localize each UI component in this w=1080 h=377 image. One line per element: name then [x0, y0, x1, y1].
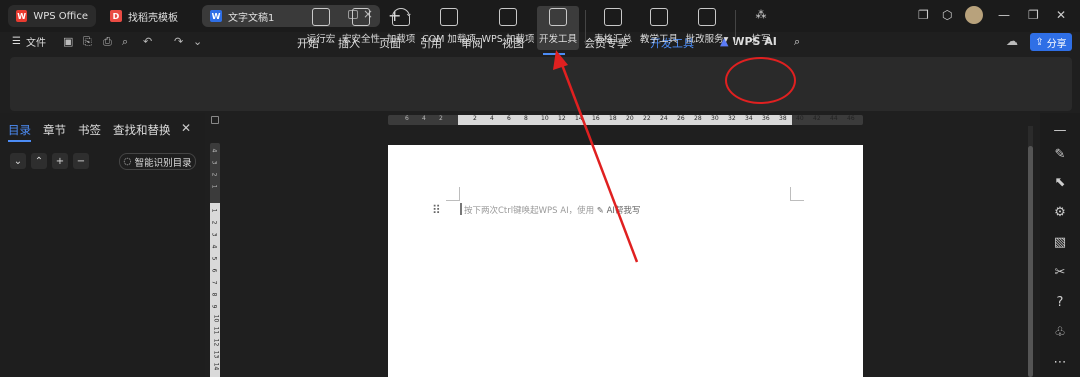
annotation-arrow	[553, 50, 639, 263]
